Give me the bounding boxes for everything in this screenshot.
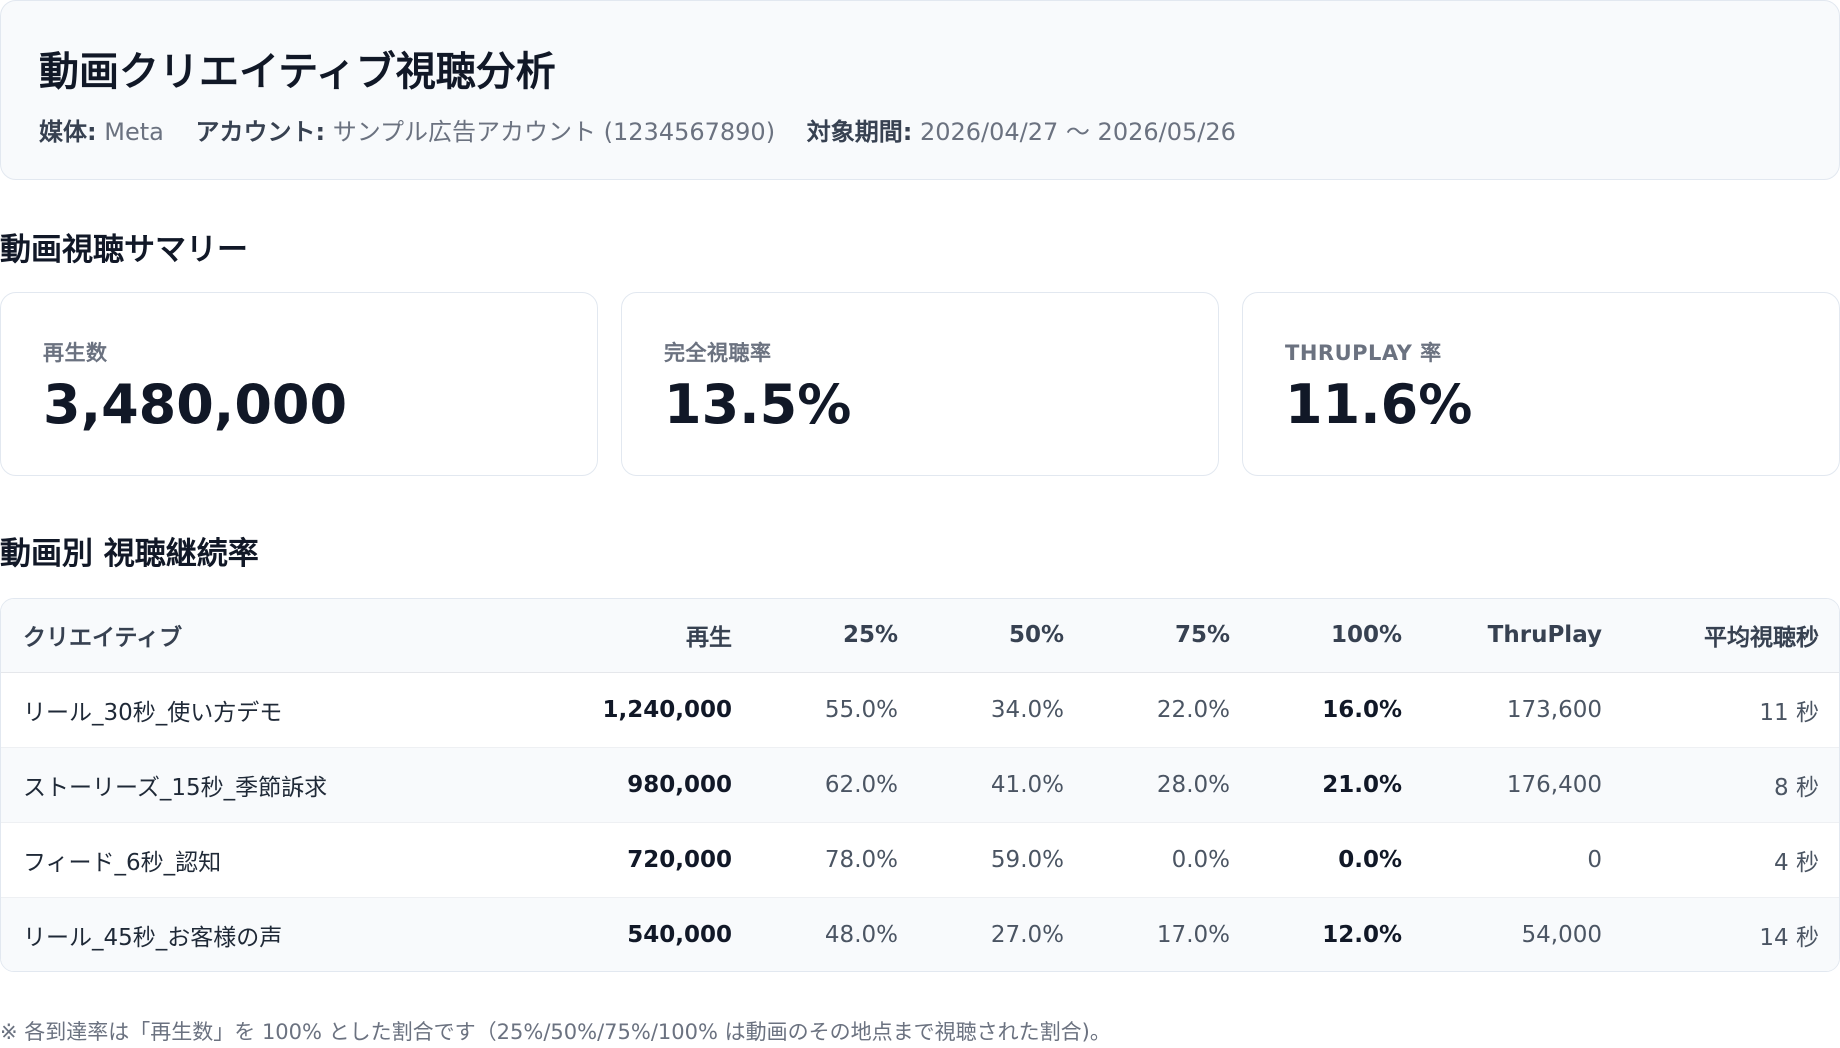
kpi-label: 再生数 — [43, 341, 108, 365]
cell-plays: 720,000 — [521, 822, 754, 898]
kpi-label: THRUPLAY 率 — [1285, 341, 1442, 365]
column-header-50[interactable]: 50% — [920, 599, 1086, 673]
cell-100: 21.0% — [1252, 747, 1424, 823]
kpi-label: 完全視聴率 — [664, 341, 772, 365]
cell-100: 0.0% — [1252, 822, 1424, 898]
report-header: 動画クリエイティブ視聴分析 媒体: Meta アカウント: サンプル広告アカウン… — [0, 0, 1840, 180]
cell-thruplay: 54,000 — [1424, 897, 1624, 971]
table-row: リール_45秒_お客様の声 540,000 48.0% 27.0% 17.0% … — [1, 897, 1839, 971]
meta-media-value: Meta — [104, 118, 164, 146]
cell-thruplay: 0 — [1424, 822, 1624, 898]
cell-creative: フィード_6秒_認知 — [1, 822, 521, 898]
column-header-creative[interactable]: クリエイティブ — [1, 599, 521, 673]
cell-25: 62.0% — [754, 747, 920, 823]
cell-thruplay: 173,600 — [1424, 672, 1624, 748]
column-header-plays[interactable]: 再生 — [521, 599, 754, 673]
retention-table: クリエイティブ 再生 25% 50% 75% 100% ThruPlay 平均視… — [1, 599, 1839, 971]
meta-period-value: 2026/04/27 〜 2026/05/26 — [919, 118, 1236, 146]
kpi-value: 3,480,000 — [43, 373, 348, 436]
report-meta: 媒体: Meta アカウント: サンプル広告アカウント (1234567890)… — [39, 112, 1260, 147]
meta-period-label: 対象期間 — [806, 118, 903, 146]
footnote: ※ 各到達率は「再生数」を 100% とした割合です（25%/50%/75%/1… — [0, 1020, 1111, 1044]
kpi-value: 13.5% — [664, 373, 852, 436]
page-title: 動画クリエイティブ視聴分析 — [39, 49, 556, 95]
cell-avg-seconds: 4 秒 — [1624, 822, 1839, 898]
meta-account-value: サンプル広告アカウント (1234567890) — [332, 118, 776, 146]
meta-media: 媒体: Meta — [39, 118, 164, 146]
column-header-avg-seconds[interactable]: 平均視聴秒 — [1624, 599, 1839, 673]
column-header-75[interactable]: 75% — [1086, 599, 1252, 673]
cell-50: 59.0% — [920, 822, 1086, 898]
table-row: リール_30秒_使い方デモ 1,240,000 55.0% 34.0% 22.0… — [1, 672, 1839, 748]
cell-creative: リール_30秒_使い方デモ — [1, 672, 521, 748]
retention-table-card: クリエイティブ 再生 25% 50% 75% 100% ThruPlay 平均視… — [0, 598, 1840, 972]
cell-25: 55.0% — [754, 672, 920, 748]
table-row: フィード_6秒_認知 720,000 78.0% 59.0% 0.0% 0.0%… — [1, 822, 1839, 898]
cell-75: 0.0% — [1086, 822, 1252, 898]
cell-plays: 1,240,000 — [521, 672, 754, 748]
meta-account: アカウント: サンプル広告アカウント (1234567890) — [195, 118, 776, 146]
meta-period: 対象期間: 2026/04/27 〜 2026/05/26 — [806, 118, 1236, 146]
meta-media-label: 媒体 — [39, 118, 87, 146]
cell-75: 17.0% — [1086, 897, 1252, 971]
table-header-row: クリエイティブ 再生 25% 50% 75% 100% ThruPlay 平均視… — [1, 599, 1839, 673]
kpi-card-plays: 再生数 3,480,000 — [0, 292, 598, 476]
column-header-25[interactable]: 25% — [754, 599, 920, 673]
kpi-value: 11.6% — [1285, 373, 1473, 436]
cell-50: 34.0% — [920, 672, 1086, 748]
cell-creative: ストーリーズ_15秒_季節訴求 — [1, 747, 521, 823]
cell-avg-seconds: 11 秒 — [1624, 672, 1839, 748]
cell-100: 12.0% — [1252, 897, 1424, 971]
cell-50: 41.0% — [920, 747, 1086, 823]
cell-thruplay: 176,400 — [1424, 747, 1624, 823]
table-row: ストーリーズ_15秒_季節訴求 980,000 62.0% 41.0% 28.0… — [1, 747, 1839, 823]
cell-50: 27.0% — [920, 897, 1086, 971]
cell-avg-seconds: 14 秒 — [1624, 897, 1839, 971]
kpi-card-completion-rate: 完全視聴率 13.5% — [621, 292, 1219, 476]
cell-avg-seconds: 8 秒 — [1624, 747, 1839, 823]
column-header-thruplay[interactable]: ThruPlay — [1424, 599, 1624, 673]
cell-25: 48.0% — [754, 897, 920, 971]
cell-plays: 980,000 — [521, 747, 754, 823]
cell-100: 16.0% — [1252, 672, 1424, 748]
meta-account-label: アカウント — [195, 118, 316, 146]
cell-plays: 540,000 — [521, 897, 754, 971]
cell-creative: リール_45秒_お客様の声 — [1, 897, 521, 971]
cell-75: 28.0% — [1086, 747, 1252, 823]
report-page: 動画クリエイティブ視聴分析 媒体: Meta アカウント: サンプル広告アカウン… — [0, 0, 1840, 1048]
retention-section-title: 動画別 視聴継続率 — [0, 536, 259, 572]
cell-25: 78.0% — [754, 822, 920, 898]
cell-75: 22.0% — [1086, 672, 1252, 748]
kpi-card-thruplay-rate: THRUPLAY 率 11.6% — [1242, 292, 1840, 476]
column-header-100[interactable]: 100% — [1252, 599, 1424, 673]
summary-section-title: 動画視聴サマリー — [0, 232, 248, 268]
